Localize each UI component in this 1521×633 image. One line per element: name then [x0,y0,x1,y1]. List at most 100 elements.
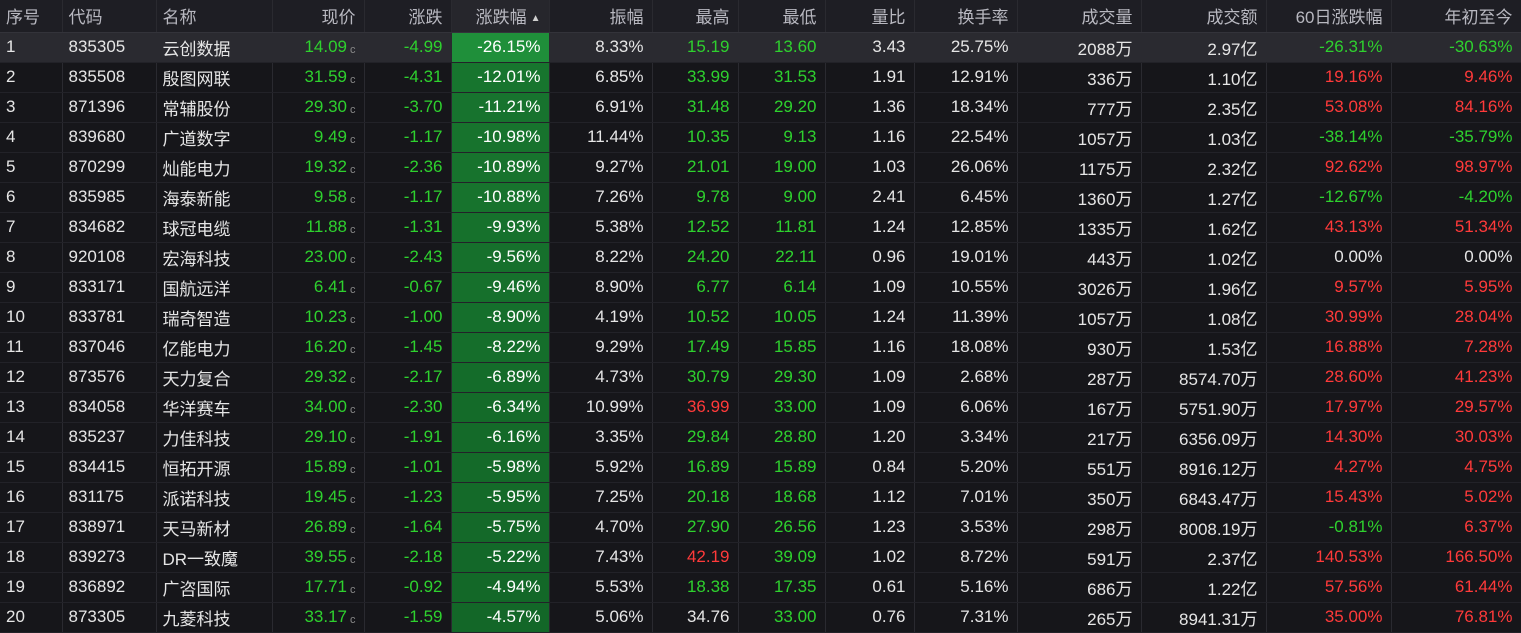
header-code[interactable]: 代码 [62,0,157,33]
table-row[interactable]: 1 835305 云创数据 14.09 c -4.99 -26.15% 8.33%… [0,32,1521,63]
table-row[interactable]: 19 836892 广咨国际 17.71 c -0.92 -4.94% 5.53%… [0,572,1521,603]
current-price: 9.58 c [272,182,365,213]
day-low: 22.11 [738,242,826,273]
day-high: 10.35 [652,122,739,153]
amplitude-value: 9.29% [595,337,644,356]
table-row[interactable]: 10 833781 瑞奇智造 10.23 c -1.00 -8.90% 4.19%… [0,302,1521,333]
change-60d: 30.99% [1266,302,1392,333]
current-price: 29.10 c [272,422,365,453]
change-60d-value: 35.00% [1324,607,1383,626]
price-tag: c [350,224,356,236]
price-change: -1.45 [364,332,452,363]
table-row[interactable]: 11 837046 亿能电力 16.20 c -1.45 -8.22% 9.29%… [0,332,1521,363]
day-low: 11.81 [738,212,826,243]
table-row[interactable]: 2 835508 殷图网联 31.59 c -4.31 -12.01% 6.85%… [0,62,1521,93]
stock-name: 广咨国际 [156,572,273,603]
change-pct-value: -10.89% [477,157,541,176]
price-change: -0.67 [364,272,452,303]
table-row[interactable]: 16 831175 派诺科技 19.45 c -1.23 -5.95% 7.25%… [0,482,1521,513]
stock-code: 839273 [62,542,157,573]
current-price: 15.89 c [272,452,365,483]
current-price: 29.32 c [272,362,365,393]
price-tag: c [350,434,356,446]
header-ytd-change[interactable]: 年初至今 [1391,0,1521,33]
turnover-rate-value: 12.91% [950,67,1009,86]
header-idx[interactable]: 序号 [0,0,63,33]
price-tag: c [350,164,356,176]
stock-code: 920108 [62,242,157,273]
price-tag: c [350,254,356,266]
header-amount[interactable]: 成交额 [1141,0,1267,33]
change-ytd-value: 9.46% [1464,67,1513,86]
turnover-rate-value: 25.75% [950,37,1009,56]
change-pct-value: -9.93% [486,217,541,236]
header-low[interactable]: 最低 [738,0,826,33]
table-row[interactable]: 3 871396 常辅股份 29.30 c -3.70 -11.21% 6.91%… [0,92,1521,123]
turnover-rate: 22.54% [914,122,1018,153]
change-pct-value: -4.94% [486,577,541,596]
header-ytd-change-label: 年初至今 [1444,8,1513,28]
header-name[interactable]: 名称 [156,0,273,33]
header-change[interactable]: 涨跌 [364,0,452,33]
table-row[interactable]: 18 839273 DR一致魔 39.55 c -2.18 -5.22% 7.43… [0,542,1521,573]
header-change-pct[interactable]: 涨跌幅 ▲ [451,0,550,33]
change-pct-value: -10.88% [477,187,541,206]
row-index-value: 2 [6,67,16,86]
change-60d: 19.16% [1266,62,1392,93]
day-low-value: 28.80 [773,427,817,446]
day-high: 9.78 [652,182,739,213]
stock-code-value: 873305 [68,607,126,626]
header-volume[interactable]: 成交量 [1017,0,1142,33]
price-tag: c [350,194,356,206]
table-row[interactable]: 17 838971 天马新材 26.89 c -1.64 -5.75% 4.70%… [0,512,1521,543]
table-row[interactable]: 9 833171 国航远洋 6.41 c -0.67 -9.46% 8.90% 6… [0,272,1521,303]
change-60d-value: 19.16% [1324,67,1383,86]
change-ytd-value: -4.20% [1458,187,1513,206]
volume-value: 265万 [1087,609,1133,629]
volume-ratio-value: 1.09 [872,367,906,386]
day-low-value: 33.00 [773,607,817,626]
stock-name-value: 殷图网联 [162,69,231,89]
change-pct: -5.22% [451,542,550,573]
current-price-value: 14.09 [304,37,347,56]
table-row[interactable]: 7 834682 球冠电缆 11.88 c -1.31 -9.93% 5.38% … [0,212,1521,243]
day-high-value: 24.20 [686,247,730,266]
day-high: 30.79 [652,362,739,393]
table-row[interactable]: 4 839680 广道数字 9.49 c -1.17 -10.98% 11.44%… [0,122,1521,153]
stock-code: 834058 [62,392,157,423]
table-row[interactable]: 8 920108 宏海科技 23.00 c -2.43 -9.56% 8.22% … [0,242,1521,273]
amplitude-value: 5.06% [595,607,644,626]
header-60d-change[interactable]: 60日涨跌幅 [1266,0,1392,33]
day-high-value: 18.38 [686,577,730,596]
row-index: 14 [0,422,63,453]
row-index-value: 3 [6,97,16,116]
table-row[interactable]: 5 870299 灿能电力 19.32 c -2.36 -10.89% 9.27%… [0,152,1521,183]
volume-ratio-value: 1.09 [872,397,906,416]
turnover-rate-value: 3.34% [960,427,1009,446]
volume: 1360万 [1017,182,1142,213]
amount: 1.53亿 [1141,332,1267,363]
amount-value: 1.03亿 [1207,129,1258,149]
price-change: -2.17 [364,362,452,393]
header-volume-ratio[interactable]: 量比 [825,0,915,33]
turnover-rate-value: 12.85% [950,217,1009,236]
row-index: 7 [0,212,63,243]
change-60d-value: 16.88% [1324,337,1383,356]
table-row[interactable]: 14 835237 力佳科技 29.10 c -1.91 -6.16% 3.35%… [0,422,1521,453]
change-pct-value: -6.89% [486,367,541,386]
price-change: -4.31 [364,62,452,93]
table-row[interactable]: 15 834415 恒拓开源 15.89 c -1.01 -5.98% 5.92%… [0,452,1521,483]
table-row[interactable]: 13 834058 华洋赛车 34.00 c -2.30 -6.34% 10.99… [0,392,1521,423]
price-tag: c [350,554,356,566]
header-price[interactable]: 现价 [272,0,365,33]
header-turnover[interactable]: 换手率 [914,0,1018,33]
table-row[interactable]: 20 873305 九菱科技 33.17 c -1.59 -4.57% 5.06%… [0,602,1521,633]
amplitude-value: 7.26% [595,187,644,206]
volume: 336万 [1017,62,1142,93]
header-amplitude[interactable]: 振幅 [549,0,653,33]
table-row[interactable]: 6 835985 海泰新能 9.58 c -1.17 -10.88% 7.26% … [0,182,1521,213]
stock-name: 国航远洋 [156,272,273,303]
header-name-label: 名称 [162,8,197,28]
header-high[interactable]: 最高 [652,0,739,33]
table-row[interactable]: 12 873576 天力复合 29.32 c -2.17 -6.89% 4.73%… [0,362,1521,393]
